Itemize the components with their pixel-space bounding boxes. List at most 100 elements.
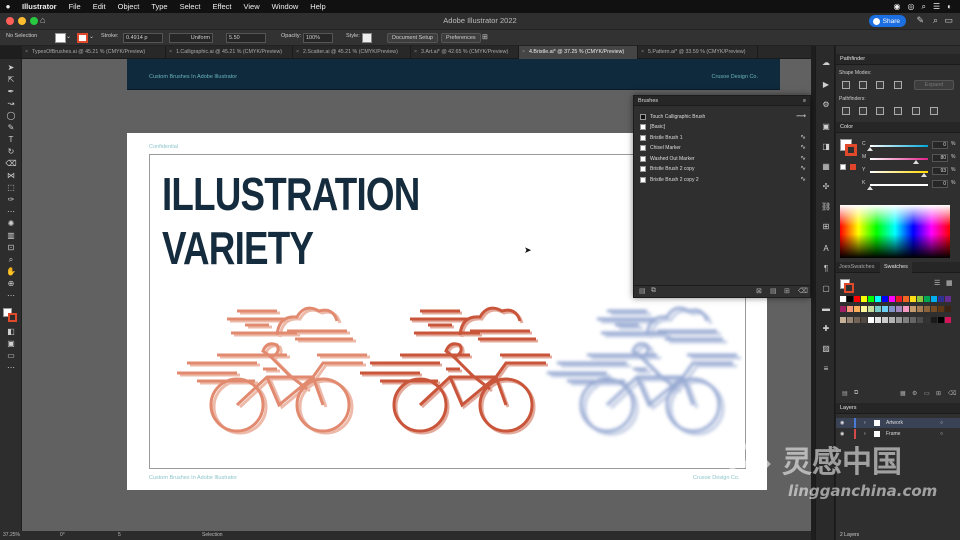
merge-icon[interactable] — [876, 107, 884, 115]
brushes-panel-title[interactable]: Brushes — [638, 98, 658, 104]
color-swatch[interactable] — [931, 316, 937, 323]
color-swatch[interactable] — [868, 296, 874, 302]
brush-item[interactable]: Bristle Brush 1 ∿ — [638, 133, 808, 143]
channel-slider[interactable] — [870, 171, 928, 173]
color-swatch[interactable] — [917, 306, 923, 313]
brush-item[interactable]: Bristle Brush 2 copy 2 ∿ — [638, 175, 808, 185]
color-swatch[interactable] — [910, 296, 916, 302]
new-color-group-icon[interactable]: ▭ — [924, 390, 930, 397]
libraries-icon[interactable]: ⧉ — [854, 390, 858, 397]
screen-mode-icon[interactable]: ▭ — [5, 351, 17, 361]
zoom-level[interactable]: 37.25% — [3, 532, 20, 538]
layer-name[interactable]: Artwork — [886, 418, 903, 428]
channel-slider[interactable] — [870, 184, 928, 186]
delete-swatch-icon[interactable]: ⌫ — [948, 390, 956, 397]
opacity-input[interactable]: 100% — [303, 33, 333, 43]
swatch-library-icon[interactable]: ▤ — [842, 390, 848, 397]
brushes-panel-header[interactable]: Brushes ≡ — [634, 96, 810, 106]
remove-stroke-icon[interactable]: ⊠ — [756, 287, 762, 295]
tab-calligraphic[interactable]: × 1.Calligraphic.ai @ 45.21 % (CMYK/Previ… — [166, 46, 293, 59]
navigator-icon[interactable]: ✚ — [821, 324, 831, 334]
fill-swatch[interactable] — [55, 33, 66, 43]
color-swatch[interactable] — [889, 306, 895, 313]
color-swatch[interactable] — [875, 316, 881, 323]
color-swatch[interactable] — [910, 306, 916, 313]
color-swatch[interactable] — [875, 296, 881, 302]
share-button[interactable]: Share — [868, 15, 906, 27]
free-transform-tool-icon[interactable]: ⬚ — [5, 183, 17, 193]
eyedropper-tool-icon[interactable]: ✑ — [5, 195, 17, 205]
chevron-down-icon[interactable]: ⌄ — [66, 33, 71, 40]
menu-type[interactable]: Type — [145, 2, 173, 11]
pen-tool-icon[interactable]: ✒ — [5, 87, 17, 97]
menu-object[interactable]: Object — [112, 2, 146, 11]
close-tab-icon[interactable]: × — [414, 46, 417, 59]
curvature-tool-icon[interactable]: ↝ — [5, 99, 17, 109]
symbol-sprayer-tool-icon[interactable]: ✺ — [5, 219, 17, 229]
color-swatch[interactable] — [945, 316, 951, 323]
brush-item[interactable]: Washed Out Marker ∿ — [638, 154, 808, 164]
divide-icon[interactable] — [842, 107, 850, 115]
color-swatch[interactable] — [840, 296, 846, 302]
expand-arrow-icon[interactable]: › — [864, 418, 866, 428]
menu-help[interactable]: Help — [304, 2, 331, 11]
direct-selection-tool-icon[interactable]: ⇱ — [5, 75, 17, 85]
edit-toolbar-icon[interactable]: ⋯ — [5, 291, 17, 301]
menu-select[interactable]: Select — [174, 2, 207, 11]
unite-icon[interactable] — [842, 81, 850, 89]
color-swatch[interactable] — [861, 306, 867, 313]
preferences-button[interactable]: Preferences — [441, 33, 481, 43]
stroke-color-icon[interactable] — [845, 144, 857, 156]
crop-icon[interactable] — [894, 107, 902, 115]
cc-libraries-icon[interactable]: ☁ — [821, 58, 831, 68]
brush-definition[interactable]: 5.50 — [226, 33, 266, 43]
opacity-label[interactable]: Opacity: — [281, 33, 301, 39]
brush-library-icon[interactable]: ▤ — [639, 287, 646, 295]
color-swatch[interactable] — [847, 296, 853, 302]
color-swatch[interactable] — [847, 306, 853, 313]
color-swatch[interactable] — [854, 306, 860, 313]
tab-bristle[interactable]: × 4.Bristle.ai* @ 37.25 % (CMYK/Preview) — [519, 46, 638, 59]
image-trace-icon[interactable]: ▨ — [821, 344, 831, 354]
selection-tool-icon[interactable]: ➤ — [5, 63, 17, 73]
actions-icon[interactable]: ⚙ — [821, 100, 831, 110]
color-swatch[interactable] — [882, 296, 888, 302]
brush-item[interactable]: [Basic] — [638, 122, 808, 132]
transform-icon[interactable]: ▣ — [821, 122, 831, 132]
bicycle-illustration-bristle-1[interactable] — [175, 306, 372, 435]
color-swatch[interactable] — [896, 306, 902, 313]
variable-width-profile[interactable]: Uniform — [169, 33, 213, 43]
target-icon[interactable]: ○ — [940, 418, 943, 428]
libraries-icon[interactable]: ⧉ — [651, 287, 656, 295]
new-brush-icon[interactable]: ⊞ — [784, 287, 790, 295]
channel-value-input[interactable]: 0 — [932, 180, 948, 188]
color-swatch[interactable] — [924, 296, 930, 302]
workspace-icon[interactable]: ▭ — [944, 15, 953, 26]
shape-builder-tool-icon[interactable]: ⊕ — [5, 279, 17, 289]
color-swatch[interactable] — [945, 296, 951, 302]
color-swatch[interactable] — [861, 296, 867, 302]
close-tab-icon[interactable]: × — [522, 46, 525, 59]
stroke-color-icon[interactable] — [8, 313, 17, 322]
color-swatch[interactable] — [931, 296, 937, 302]
camera-icon[interactable]: ◉ — [894, 2, 901, 12]
pathfinder-panel-header[interactable]: Pathfinder — [836, 54, 960, 65]
record-icon[interactable]: ◎ — [908, 2, 915, 12]
brush-item[interactable]: Touch Calligraphic Brush ⟿ — [638, 112, 808, 122]
ellipse-tool-icon[interactable]: ◯ — [5, 111, 17, 121]
rotation-value[interactable]: 0° — [60, 532, 65, 538]
outline-icon[interactable] — [912, 107, 920, 115]
stroke-color-icon[interactable] — [844, 283, 854, 293]
color-swatch[interactable] — [847, 316, 853, 323]
grid-view-icon[interactable]: ▦ — [946, 279, 953, 287]
paintbrush-tool-icon[interactable]: ✎ — [5, 123, 17, 133]
swatch-options-icon[interactable]: ⚙ — [912, 390, 917, 397]
stroke-weight-input[interactable]: 0.4914 p — [123, 33, 163, 43]
color-swatch[interactable] — [854, 316, 860, 323]
graphic-styles-icon[interactable]: ▦ — [821, 162, 831, 172]
graph-tool-icon[interactable]: ▥ — [5, 231, 17, 241]
color-swatch[interactable] — [875, 306, 881, 313]
menu-view[interactable]: View — [237, 2, 265, 11]
color-swatch[interactable] — [938, 306, 944, 313]
close-tab-icon[interactable]: × — [641, 46, 644, 59]
